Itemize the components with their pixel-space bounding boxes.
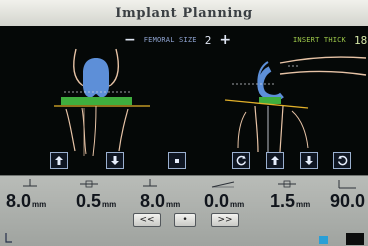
- front-move-up-button[interactable]: [50, 152, 68, 169]
- title-bar: Implant Planning: [0, 0, 368, 27]
- corner-tick-icon: [5, 233, 12, 243]
- rotation-angle-icon: [338, 180, 356, 189]
- tibial-insert: [61, 97, 132, 105]
- readout-5: 1.5mm: [270, 191, 310, 212]
- readout-6-value: 90.0: [330, 191, 366, 211]
- front-center-button[interactable]: [168, 152, 186, 169]
- next-step-button[interactable]: >>: [211, 213, 239, 227]
- readout-2-value: 0.5: [76, 191, 102, 211]
- arrow-up-icon: [271, 156, 279, 165]
- front-move-down-button[interactable]: [106, 152, 124, 169]
- app-title: Implant Planning: [115, 5, 253, 21]
- readout-4-value: 0.0: [204, 191, 230, 211]
- arrow-up-icon: [55, 156, 63, 165]
- measurement-panel: [0, 175, 368, 246]
- readout-3-value: 8.0: [140, 191, 166, 211]
- tibia-resection-icon: [143, 179, 157, 187]
- arrow-down-icon: [111, 156, 119, 165]
- femoral-size-increase-button[interactable]: +: [219, 33, 231, 47]
- side-move-down-button[interactable]: [300, 152, 318, 169]
- side-rotate-cw-button[interactable]: [333, 152, 351, 169]
- readout-3-unit: mm: [166, 200, 181, 209]
- front-knee-view: [54, 48, 150, 157]
- rotate-right-icon: [337, 155, 347, 166]
- readout-1-value: 8.0: [6, 191, 32, 211]
- readout-2: 0.5mm: [76, 191, 116, 212]
- readout-1: 8.0mm: [6, 191, 46, 212]
- readout-3: 8.0mm: [140, 191, 180, 212]
- center-step-button[interactable]: •: [174, 213, 196, 227]
- device-logo: [346, 233, 364, 245]
- femoral-size-control: − FEMORAL SIZE 2 +: [124, 33, 231, 47]
- side-femoral-component: [257, 66, 284, 101]
- side-knee-view: [224, 56, 367, 154]
- readout-5-value: 1.5: [270, 191, 296, 211]
- posterior-offset-icon: [278, 180, 296, 188]
- readout-2-unit: mm: [102, 200, 117, 209]
- femur-distal-icon: [23, 179, 37, 187]
- readout-6: 90.0: [330, 191, 365, 212]
- status-indicator-icon: [319, 236, 328, 244]
- side-move-up-button[interactable]: [266, 152, 284, 169]
- slope-angle-icon: [211, 181, 235, 188]
- implant-planning-screen: Implant Planning − FEMORAL SIZE 2 + INSE…: [0, 0, 368, 246]
- femoral-size-decrease-button[interactable]: −: [124, 33, 136, 47]
- side-rotate-ccw-button[interactable]: [232, 152, 250, 169]
- insert-thickness-control: INSERT THICK 18: [293, 33, 367, 47]
- readout-4: 0.0mm: [204, 191, 244, 212]
- center-dot-icon: [175, 158, 179, 163]
- arrow-down-icon: [305, 156, 313, 165]
- readout-5-unit: mm: [296, 200, 311, 209]
- femoral-component: [83, 58, 109, 98]
- readout-1-unit: mm: [32, 200, 47, 209]
- femur-gap-icon: [80, 180, 98, 188]
- readout-4-unit: mm: [230, 200, 245, 209]
- femoral-size-value: 2: [204, 33, 212, 47]
- insert-thickness-value: 18: [353, 33, 368, 47]
- femoral-size-label: FEMORAL SIZE: [143, 36, 197, 44]
- previous-step-button[interactable]: <<: [133, 213, 161, 227]
- rotate-left-icon: [236, 155, 246, 166]
- insert-thickness-label: INSERT THICK: [293, 36, 346, 44]
